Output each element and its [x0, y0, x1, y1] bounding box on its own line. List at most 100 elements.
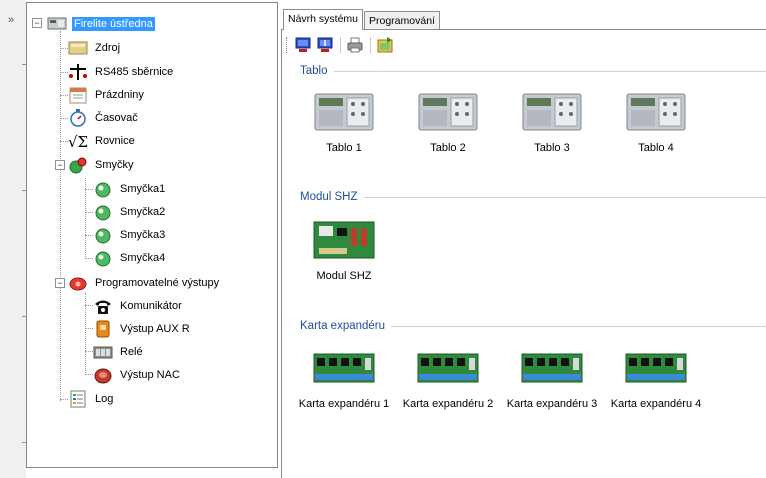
- export-icon[interactable]: [376, 36, 394, 54]
- tree-item-aux-output[interactable]: Výstup AUX R: [93, 319, 192, 339]
- stopwatch-icon: [68, 109, 88, 127]
- detector-icon: [93, 203, 113, 221]
- tree-item-holidays[interactable]: Prázdniny: [68, 85, 146, 105]
- aux-output-icon: [93, 320, 113, 338]
- root-expander[interactable]: −: [32, 18, 42, 28]
- bell-icon: [93, 366, 113, 384]
- device-tablo-1[interactable]: Tablo 1: [296, 92, 392, 154]
- tree-item-label: Komunikátor: [120, 300, 182, 312]
- tree-item-power-supply[interactable]: Zdroj: [68, 38, 122, 58]
- device-expander-card-1[interactable]: Karta expandéru 1: [296, 348, 392, 410]
- collapse-strip: »: [0, 0, 26, 478]
- annunciator-panel-icon: [625, 92, 687, 132]
- computer-download-icon[interactable]: [316, 36, 334, 54]
- device-label: Karta expandéru 4: [610, 398, 702, 410]
- annunciator-panel-icon: [417, 92, 479, 132]
- tree-item-programmable-outputs[interactable]: Programovatelné výstupy: [68, 273, 221, 293]
- tree-item-label: Smyčky: [95, 159, 134, 171]
- siren-icon: [68, 274, 88, 292]
- group-expander-cards: Karta expandéru: [300, 318, 766, 334]
- printer-icon[interactable]: [346, 36, 364, 54]
- expander-card-icon: [521, 348, 583, 388]
- outputs-expander[interactable]: −: [55, 278, 65, 288]
- detector-icon: [93, 226, 113, 244]
- device-expander-card-2[interactable]: Karta expandéru 2: [400, 348, 496, 410]
- tree-item-loop-3[interactable]: Smyčka3: [93, 225, 167, 245]
- tree-item-firelite-panel[interactable]: Firelite ústředna: [47, 14, 155, 34]
- expander-card-icon: [625, 348, 687, 388]
- log-icon: [68, 390, 88, 408]
- device-tablo-3[interactable]: Tablo 3: [504, 92, 600, 154]
- device-expander-card-4[interactable]: Karta expandéru 4: [608, 348, 704, 410]
- tree-item-label: Smyčka2: [120, 206, 166, 218]
- device-tablo-4[interactable]: Tablo 4: [608, 92, 704, 154]
- expander-card-icon: [313, 348, 375, 388]
- device-label: Karta expandéru 1: [298, 398, 390, 410]
- svg-text:√Σ: √Σ: [68, 133, 88, 150]
- toolbar-separator: [340, 37, 341, 53]
- loops-expander[interactable]: −: [55, 160, 65, 170]
- tree-item-communicator[interactable]: Komunikátor: [93, 296, 184, 316]
- device-label: Karta expandéru 2: [402, 398, 494, 410]
- group-title: Tablo: [300, 65, 328, 77]
- tree-item-equations[interactable]: √Σ Rovnice: [68, 131, 137, 151]
- tree-item-log[interactable]: Log: [68, 389, 115, 409]
- group-modul-shz: Modul SHZ: [300, 189, 766, 205]
- power-supply-icon: [68, 39, 88, 57]
- tree-item-label: Smyčka1: [120, 183, 166, 195]
- toolbar: [286, 34, 398, 56]
- detector-icon: [93, 180, 113, 198]
- expander-card-icon: [417, 348, 479, 388]
- tab-programming[interactable]: Programování: [364, 11, 440, 30]
- tree-item-label: Smyčka4: [120, 252, 166, 264]
- device-label: Karta expandéru 3: [506, 398, 598, 410]
- tree-item-label: Firelite ústředna: [72, 17, 155, 31]
- group-tablo: Tablo: [300, 63, 766, 79]
- tree-item-relay[interactable]: Relé: [93, 342, 145, 362]
- toolbar-separator: [370, 37, 371, 53]
- application-window: » − Firelite ústředna Zdroj RS485 sběrni…: [0, 0, 766, 478]
- tree-item-nac-output[interactable]: Výstup NAC: [93, 365, 182, 385]
- device-label: Tablo 2: [430, 142, 466, 154]
- tree-item-label: Zdroj: [95, 42, 121, 54]
- circuit-module-icon: [313, 220, 375, 260]
- tree-item-loop-1[interactable]: Smyčka1: [93, 179, 167, 199]
- device-label: Tablo 3: [534, 142, 570, 154]
- device-label: Modul SHZ: [316, 270, 372, 282]
- group-title: Karta expandéru: [300, 320, 386, 332]
- tree-item-loops[interactable]: Smyčky: [68, 155, 136, 175]
- detector-icon: [93, 249, 113, 267]
- calendar-icon: [68, 86, 88, 104]
- equation-icon: √Σ: [68, 132, 88, 151]
- computer-upload-icon[interactable]: [294, 36, 312, 54]
- group-title: Modul SHZ: [300, 191, 358, 203]
- tree-item-label: Programovatelné výstupy: [95, 277, 220, 289]
- device-label: Tablo 1: [326, 142, 362, 154]
- tree-item-loop-4[interactable]: Smyčka4: [93, 248, 167, 268]
- device-tablo-2[interactable]: Tablo 2: [400, 92, 496, 154]
- annunciator-panel-icon: [521, 92, 583, 132]
- tab-system-design[interactable]: Návrh systému: [283, 9, 364, 30]
- tree-item-label: Smyčka3: [120, 229, 166, 241]
- tree-item-label: RS485 sběrnice: [95, 66, 174, 78]
- system-design-content: Tablo Tablo 1 Tablo 2 Tablo 3 Tablo 4 Mo…: [281, 30, 766, 478]
- tree-item-label: Výstup NAC: [120, 369, 180, 381]
- tree-item-label: Rovnice: [95, 135, 135, 147]
- relay-icon: [93, 343, 113, 361]
- device-modul-shz[interactable]: Modul SHZ: [296, 220, 392, 282]
- tree-item-rs485-bus[interactable]: RS485 sběrnice: [68, 62, 175, 82]
- tree-item-timer[interactable]: Časovač: [68, 108, 140, 128]
- device-expander-card-3[interactable]: Karta expandéru 3: [504, 348, 600, 410]
- tree-item-label: Relé: [120, 346, 143, 358]
- toolbar-grip: [286, 37, 290, 53]
- tree-item-label: Log: [95, 393, 114, 405]
- telephone-icon: [93, 297, 113, 315]
- collapse-panel-icon[interactable]: »: [8, 14, 14, 26]
- tree-item-loop-2[interactable]: Smyčka2: [93, 202, 167, 222]
- detector-loops-icon: [68, 156, 88, 174]
- device-label: Tablo 4: [638, 142, 674, 154]
- bus-icon: [68, 63, 88, 81]
- tab-strip: Návrh systému Programování: [281, 2, 766, 32]
- annunciator-panel-icon: [313, 92, 375, 132]
- design-panel: Návrh systému Programování Tablo Tablo 1…: [281, 2, 766, 478]
